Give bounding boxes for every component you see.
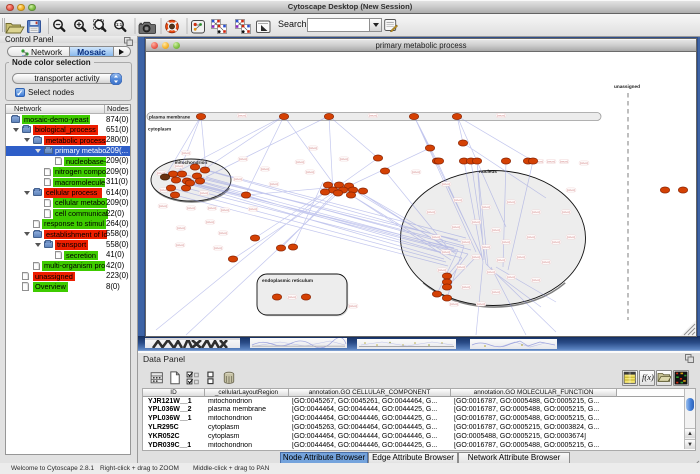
svg-text:cytoplasm: cytoplasm	[148, 127, 171, 132]
svg-text:plasma membrane: plasma membrane	[149, 115, 191, 120]
svg-text:unassigned: unassigned	[614, 84, 640, 89]
svg-text:endoplasmic reticulum: endoplasmic reticulum	[262, 278, 313, 283]
svg-text:1:1: 1:1	[116, 22, 123, 27]
svg-text:f(x): f(x)	[642, 372, 654, 382]
